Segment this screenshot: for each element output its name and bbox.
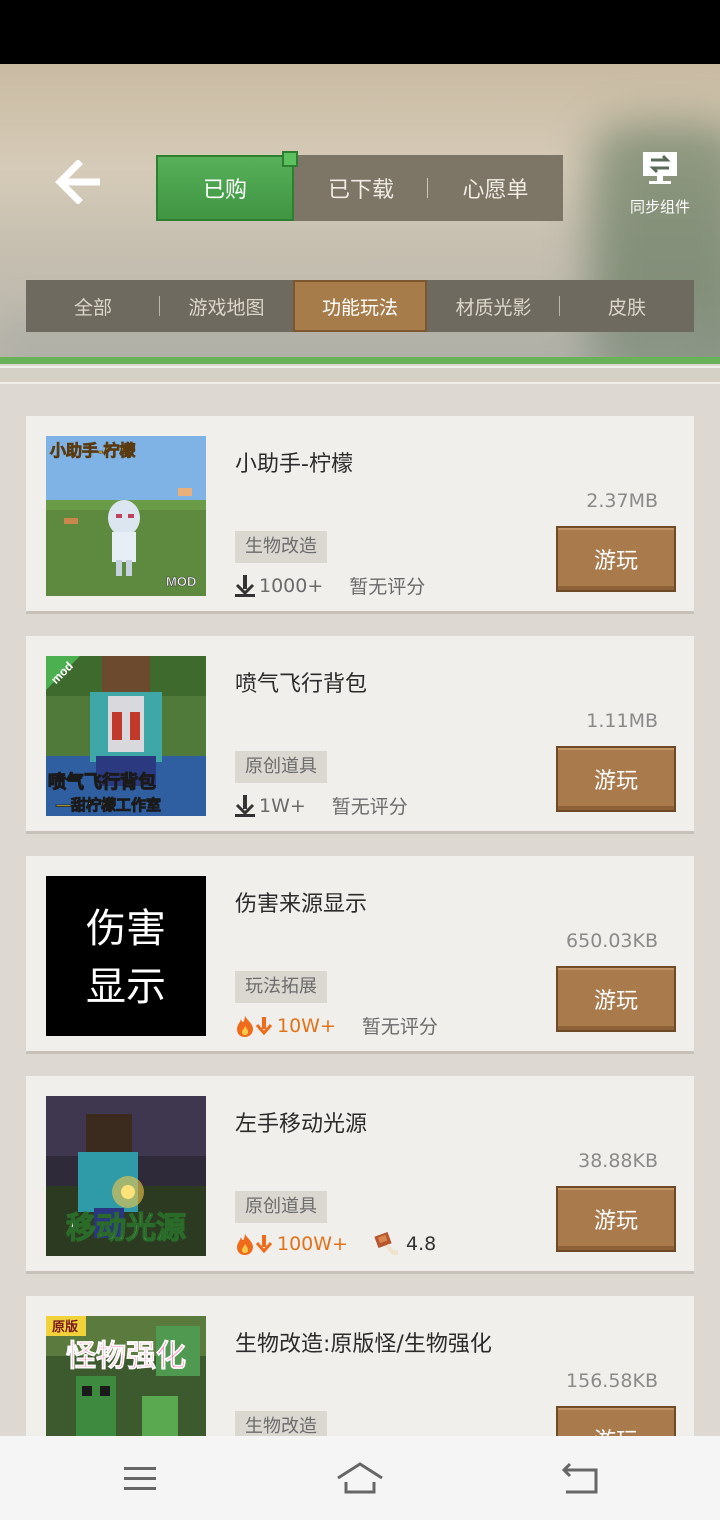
rating: 暂无评分 (349, 576, 426, 598)
list-item: 移动光源 左手移动光源 38.88KB 原创道具 100W+ 4.8 游玩 (26, 1076, 694, 1274)
home-icon[interactable] (330, 1458, 390, 1498)
list-item: 原版 怪物强化 生物改造:原版怪/生物强化 156.58KB 生物改造 游玩 (26, 1296, 694, 1436)
header-divider-frame (0, 366, 720, 384)
thumb-caption: 伤害 (86, 906, 166, 952)
item-thumbnail[interactable]: 伤害 显示 (46, 876, 206, 1036)
purchased-list: 小助手-柠檬 MOD 小助手-柠檬 2.37MB 生物改造 1000+ 暂无评分… (0, 384, 720, 1436)
category-tab-textures-shaders[interactable]: 材质光影 (427, 280, 560, 332)
list-item: 小助手-柠檬 MOD 小助手-柠檬 2.37MB 生物改造 1000+ 暂无评分… (26, 416, 694, 614)
thumb-caption-secondary: 显示 (86, 964, 166, 1010)
item-tag: 原创道具 (235, 751, 327, 783)
meat-drumstick-icon (374, 1232, 398, 1255)
item-thumbnail[interactable]: 小助手-柠檬 MOD (46, 436, 206, 596)
thumb-caption: 怪物强化 (66, 1340, 186, 1373)
hot-download-icon (237, 1234, 273, 1255)
thumb-badge: 原版 (52, 1319, 78, 1334)
item-size: 1.11MB (586, 710, 658, 732)
play-button-label: 游玩 (593, 549, 638, 574)
back-nav-icon[interactable] (550, 1458, 610, 1498)
download-count-value: 1W+ (259, 794, 306, 817)
play-button-label: 游玩 (594, 1423, 638, 1436)
item-stats: 100W+ 4.8 (235, 1232, 436, 1256)
tab-wishlist[interactable]: 心愿单 (428, 155, 563, 221)
rating: 暂无评分 (331, 796, 408, 818)
download-count-value: 100W+ (277, 1233, 348, 1255)
item-tag: 生物改造 (235, 531, 327, 563)
play-button[interactable]: 游玩 (556, 966, 676, 1032)
top-tab-bar: 已购 已下载 心愿单 (156, 151, 563, 221)
thumb-caption: 移动光源 (66, 1212, 186, 1245)
category-label: 皮肤 (607, 296, 646, 319)
category-tab-game-maps[interactable]: 游戏地图 (160, 280, 293, 332)
play-button[interactable]: 游玩 (556, 1406, 676, 1436)
download-icon (235, 794, 255, 817)
item-thumbnail[interactable]: 移动光源 (46, 1096, 206, 1256)
category-tab-gameplay[interactable]: 功能玩法 (293, 280, 427, 332)
download-count: 1W+ (235, 794, 306, 817)
download-count-value: 1000+ (259, 574, 324, 597)
tab-downloaded[interactable]: 已下载 (294, 155, 428, 221)
item-thumbnail[interactable]: mod 喷气飞行背包 —甜柠檬工作室 (46, 656, 206, 816)
sync-components-button[interactable]: 同步组件 (624, 150, 696, 220)
category-label: 材质光影 (455, 296, 532, 319)
system-navigation-bar (0, 1436, 720, 1520)
download-count-value: 10W+ (277, 1014, 336, 1037)
item-stats: 10W+ 暂无评分 (235, 1012, 438, 1039)
sync-label: 同步组件 (629, 198, 690, 216)
play-button[interactable]: 游玩 (556, 746, 676, 812)
play-button[interactable]: 游玩 (556, 526, 676, 592)
category-tab-bar: 全部 游戏地图 功能玩法 材质光影 皮肤 (26, 280, 694, 332)
back-arrow-icon[interactable] (54, 159, 104, 205)
item-tag: 玩法拓展 (235, 971, 327, 1003)
play-button-label: 游玩 (593, 989, 638, 1014)
download-count: 10W+ (235, 1015, 336, 1037)
tab-wishlist-label: 心愿单 (462, 178, 529, 203)
tab-downloaded-label: 已下载 (327, 178, 394, 203)
item-tag: 原创道具 (235, 1191, 327, 1223)
thumb-badge: MOD (166, 574, 196, 589)
item-thumbnail[interactable]: 原版 怪物强化 (46, 1316, 206, 1436)
thumb-caption: 小助手-柠檬 (50, 441, 135, 460)
menu-icon[interactable] (110, 1458, 170, 1498)
item-title[interactable]: 伤害来源显示 (235, 886, 367, 918)
rating: 4.8 (374, 1232, 436, 1256)
download-count: 1000+ (235, 574, 324, 597)
tab-purchased[interactable]: 已购 (156, 151, 298, 221)
item-size: 650.03KB (566, 930, 658, 952)
status-bar (0, 0, 720, 64)
rating: 暂无评分 (361, 1016, 438, 1038)
hot-download-icon (237, 1015, 273, 1037)
category-label: 功能玩法 (321, 296, 398, 319)
category-label: 全部 (73, 296, 112, 319)
category-tab-all[interactable]: 全部 (26, 280, 160, 332)
list-item: 伤害 显示 伤害来源显示 650.03KB 玩法拓展 10W+ 暂无评分 游玩 (26, 856, 694, 1054)
play-button[interactable]: 游玩 (556, 1186, 676, 1252)
item-title[interactable]: 喷气飞行背包 (235, 666, 367, 698)
item-tag: 生物改造 (235, 1411, 327, 1436)
thumb-caption: 喷气飞行背包 (48, 771, 156, 792)
item-title[interactable]: 左手移动光源 (235, 1106, 367, 1138)
item-size: 156.58KB (566, 1370, 658, 1392)
sync-icon (643, 152, 677, 184)
header-divider (0, 357, 720, 364)
item-stats: 1000+ 暂无评分 (235, 572, 425, 599)
tab-purchased-label: 已购 (202, 178, 247, 203)
item-size: 38.88KB (578, 1150, 658, 1172)
item-stats: 1W+ 暂无评分 (235, 792, 408, 819)
category-tab-skins[interactable]: 皮肤 (560, 280, 694, 332)
category-label: 游戏地图 (188, 296, 265, 319)
download-icon (235, 574, 255, 597)
download-count: 100W+ (235, 1233, 348, 1255)
list-item: mod 喷气飞行背包 —甜柠檬工作室 喷气飞行背包 1.11MB 原创道具 1W… (26, 636, 694, 834)
rating-value: 4.8 (405, 1233, 437, 1255)
play-button-label: 游玩 (593, 1209, 638, 1234)
item-title[interactable]: 生物改造:原版怪/生物强化 (235, 1326, 492, 1358)
thumb-caption-secondary: —甜柠檬工作室 (56, 796, 161, 814)
item-title[interactable]: 小助手-柠檬 (235, 446, 353, 478)
play-button-label: 游玩 (593, 769, 638, 794)
item-size: 2.37MB (586, 490, 658, 512)
